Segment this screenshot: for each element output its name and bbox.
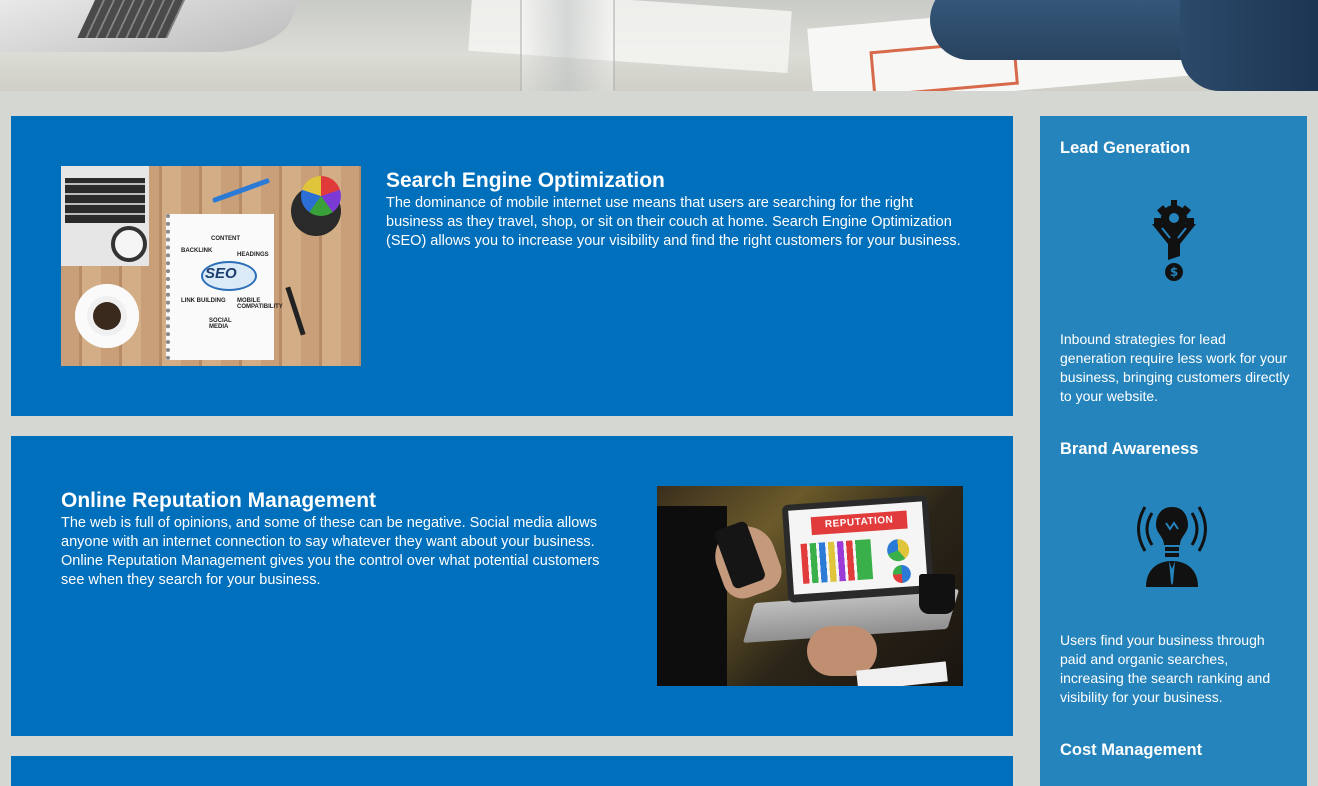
service-description: The web is full of opinions, and some of… [61,515,600,588]
pie-chart-graphic [886,538,910,562]
service-text: Online Reputation Management The web is … [61,489,621,590]
service-card-seo: SEO CONTENT BACKLINK HEADINGS LINK BUILD… [11,116,1013,416]
sidebar-item-description: Users find your business through paid an… [1060,632,1271,705]
service-description: The dominance of mobile internet use mea… [386,195,961,249]
sidebar-item-title: Cost Management [1060,741,1203,759]
sidebar-item-title: Lead Generation [1060,139,1191,157]
svg-text:$: $ [1170,265,1178,279]
seo-label: MOBILE COMPATIBILITY [237,298,283,310]
funnel-gear-dollar-icon: $ [1134,198,1214,288]
service-text: Search Engine Optimization The dominance… [386,169,966,251]
laptop-screen-graphic: REPUTATION [781,495,935,603]
magnifier-graphic [111,226,147,262]
water-glass-photo [520,0,615,91]
service-title: Online Reputation Management [61,489,377,512]
hero-banner-image [0,0,1318,91]
service-card-reputation: Online Reputation Management The web is … [11,436,1013,736]
pens-graphic [301,176,341,216]
sidebar: Lead Generation $ Inbound strategies for… [1040,116,1307,786]
sidebar-item-cost-management: Cost Management [1060,740,1290,760]
sidebar-item-title: Brand Awareness [1060,440,1199,458]
coffee-cup-graphic [75,284,139,348]
seo-label: CONTENT [211,236,240,242]
pie-chart-graphic [892,564,912,584]
laptop-photo [0,0,300,52]
seo-label: HEADINGS [237,252,269,258]
seo-label: BACKLINK [181,248,213,254]
sidebar-item-text: Inbound strategies for lead generation r… [1060,330,1290,406]
sidebar-item-description: Inbound strategies for lead generation r… [1060,331,1290,404]
mug-graphic [919,574,955,614]
reputation-banner: REPUTATION [810,510,908,536]
bar-chart-graphic [800,539,874,584]
service-title: Search Engine Optimization [386,169,665,192]
seo-label: LINK BUILDING [181,298,226,304]
reputation-image: REPUTATION [657,486,963,686]
sidebar-item-brand-awareness: Brand Awareness [1060,439,1290,459]
seo-label: SOCIAL MEDIA [209,318,232,330]
seo-cloud-text: SEO [205,265,237,282]
sidebar-item-text: Users find your business through paid an… [1060,631,1290,707]
seo-image: SEO CONTENT BACKLINK HEADINGS LINK BUILD… [61,166,361,366]
service-card-partial [11,756,1013,786]
sidebar-item-lead-generation: Lead Generation [1060,138,1290,158]
lightbulb-broadcast-person-icon [1132,499,1212,589]
